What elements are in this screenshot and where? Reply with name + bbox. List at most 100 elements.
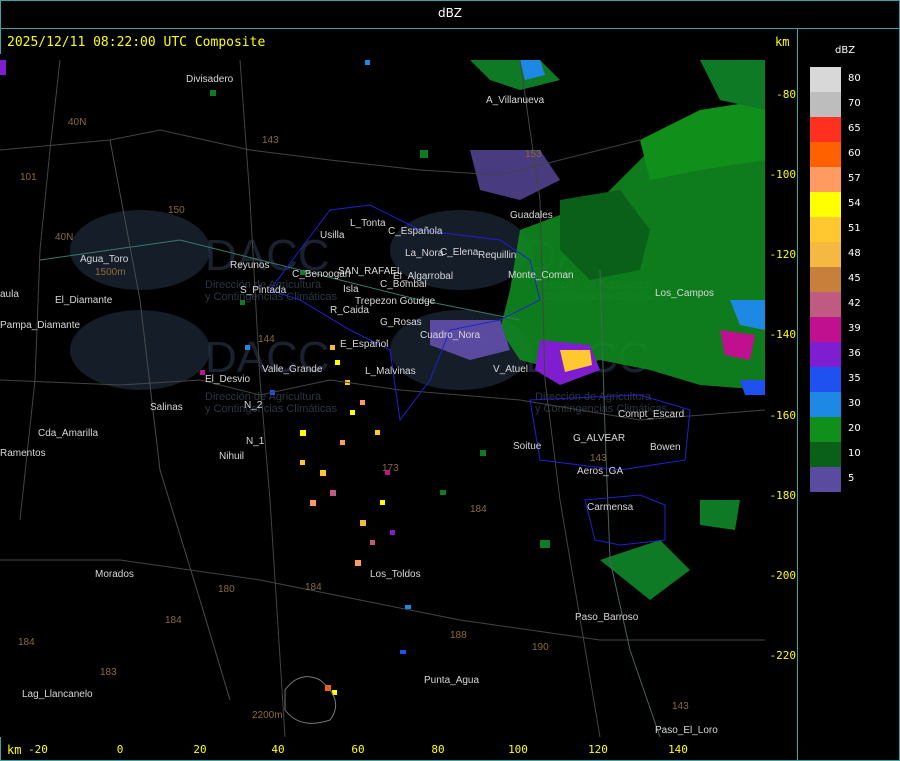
place-label: Compt_Escard bbox=[618, 409, 684, 420]
route-label: 153 bbox=[525, 149, 542, 160]
route-label: 188 bbox=[450, 630, 467, 641]
place-label: Isla bbox=[343, 284, 359, 295]
x-tick-label: 120 bbox=[588, 743, 608, 756]
legend-swatch bbox=[810, 467, 841, 492]
place-label: aula bbox=[0, 289, 19, 300]
legend-label: 35 bbox=[848, 373, 861, 384]
legend-label: 51 bbox=[848, 223, 861, 234]
place-label: Reyunos bbox=[230, 260, 269, 271]
legend-swatch bbox=[810, 292, 841, 317]
x-tick-label: 0 bbox=[116, 743, 124, 756]
place-label: N_2 bbox=[244, 400, 263, 411]
legend-label: 65 bbox=[848, 123, 861, 134]
place-label: Cuadro_Nora bbox=[420, 330, 480, 341]
y-tick-label: -200 bbox=[769, 569, 797, 582]
legend-label: 80 bbox=[848, 73, 861, 84]
place-label: Los_Toldos bbox=[370, 569, 421, 580]
route-label: 184 bbox=[470, 504, 487, 515]
place-label: Salinas bbox=[150, 402, 183, 413]
place-label: Divisadero bbox=[186, 74, 234, 85]
legend-swatch bbox=[810, 317, 841, 342]
watermark-subtitle: y Contingencias Climáticas bbox=[205, 403, 338, 415]
route-label: 143 bbox=[262, 135, 279, 146]
place-label: Punta_Agua bbox=[424, 675, 479, 686]
legend-label: 39 bbox=[848, 323, 861, 334]
place-label: G_ALVEAR bbox=[573, 433, 625, 444]
place-label: Monte_Coman bbox=[508, 270, 574, 281]
place-label: Morados bbox=[95, 569, 134, 580]
route-label: 40N bbox=[55, 232, 73, 243]
route-label: 184 bbox=[305, 582, 322, 593]
place-label: C_Elena bbox=[440, 247, 479, 258]
window-title: dBZ bbox=[437, 6, 463, 20]
route-label: 190 bbox=[532, 642, 549, 653]
place-label: L_Malvinas bbox=[365, 366, 416, 377]
y-tick-label: -220 bbox=[769, 649, 797, 662]
timestamp-label: 2025/12/11 08:22:00 UTC Composite bbox=[7, 35, 266, 50]
place-label: Los_Campos bbox=[655, 288, 714, 299]
elevation-label: 1500m bbox=[95, 267, 126, 278]
legend-swatch bbox=[810, 192, 841, 217]
place-label: A_Villanueva bbox=[486, 95, 545, 106]
unit-label-top: km bbox=[775, 35, 790, 49]
route-label: 143 bbox=[672, 701, 689, 712]
legend-swatch bbox=[810, 267, 841, 292]
legend-swatch bbox=[810, 167, 841, 192]
y-tick-label: -180 bbox=[769, 489, 797, 502]
legend-swatch bbox=[810, 342, 841, 367]
place-label: E_Español bbox=[340, 339, 388, 350]
x-tick-label: 140 bbox=[668, 743, 688, 756]
place-label: Cda_Amarilla bbox=[38, 428, 98, 439]
x-tick-label: 100 bbox=[508, 743, 528, 756]
place-label: C_Española bbox=[388, 226, 443, 237]
place-label: Ramentos bbox=[0, 448, 46, 459]
legend-swatch bbox=[810, 242, 841, 267]
legend-label: 60 bbox=[848, 148, 861, 159]
legend-swatch bbox=[810, 142, 841, 167]
place-label: Carmensa bbox=[587, 502, 634, 513]
route-label: 184 bbox=[18, 637, 35, 648]
legend-label: 54 bbox=[848, 198, 861, 209]
legend-label: 42 bbox=[848, 298, 861, 309]
place-label: Paso_El_Loro bbox=[655, 725, 718, 736]
legend-label: 70 bbox=[848, 98, 861, 109]
place-label: Guadales bbox=[510, 210, 553, 221]
place-label: El_Diamante bbox=[55, 295, 113, 306]
x-tick-label: 60 bbox=[351, 743, 365, 756]
place-label: Lag_Llancanelo bbox=[22, 689, 93, 700]
place-label: N_1 bbox=[246, 436, 265, 447]
place-label: G_Rosas bbox=[380, 317, 422, 328]
y-tick-label: -140 bbox=[769, 328, 797, 341]
y-tick-label: -100 bbox=[769, 168, 797, 181]
legend-label: 45 bbox=[848, 273, 861, 284]
elevation-label: 2200m bbox=[252, 710, 283, 721]
radar-map[interactable]: DACC DACC DACC DACC Dirección de Agricul… bbox=[0, 54, 765, 737]
legend-label: 57 bbox=[848, 173, 861, 184]
route-label: 183 bbox=[100, 667, 117, 678]
place-label: Soitue bbox=[513, 441, 542, 452]
legend-label: 5 bbox=[848, 473, 855, 484]
place-label: L_Tonta bbox=[350, 218, 386, 229]
place-label: S_Pintada bbox=[240, 285, 287, 296]
x-tick-label: 40 bbox=[271, 743, 285, 756]
x-tick-label: -20 bbox=[28, 743, 48, 756]
place-label: V_Atuel bbox=[493, 364, 528, 375]
place-label: R_Caida bbox=[330, 305, 369, 316]
place-label: Agua_Toro bbox=[80, 254, 129, 265]
route-label: 173 bbox=[382, 463, 399, 474]
x-tick-label: 80 bbox=[431, 743, 445, 756]
route-label: 143 bbox=[590, 453, 607, 464]
legend-swatch bbox=[810, 442, 841, 467]
place-label: El_Desvio bbox=[205, 374, 250, 385]
place-label: Bowen bbox=[650, 442, 681, 453]
place-label: La_Nora bbox=[405, 248, 444, 259]
place-label: Paso_Barroso bbox=[575, 612, 639, 623]
place-label: C_Bombal bbox=[380, 279, 427, 290]
route-label: 101 bbox=[20, 172, 37, 183]
legend-swatch bbox=[810, 117, 841, 142]
legend-swatch bbox=[810, 417, 841, 442]
legend-label: 30 bbox=[848, 398, 861, 409]
legend-swatch bbox=[810, 67, 841, 92]
legend-label: 10 bbox=[848, 448, 861, 459]
legend-label: 20 bbox=[848, 423, 861, 434]
